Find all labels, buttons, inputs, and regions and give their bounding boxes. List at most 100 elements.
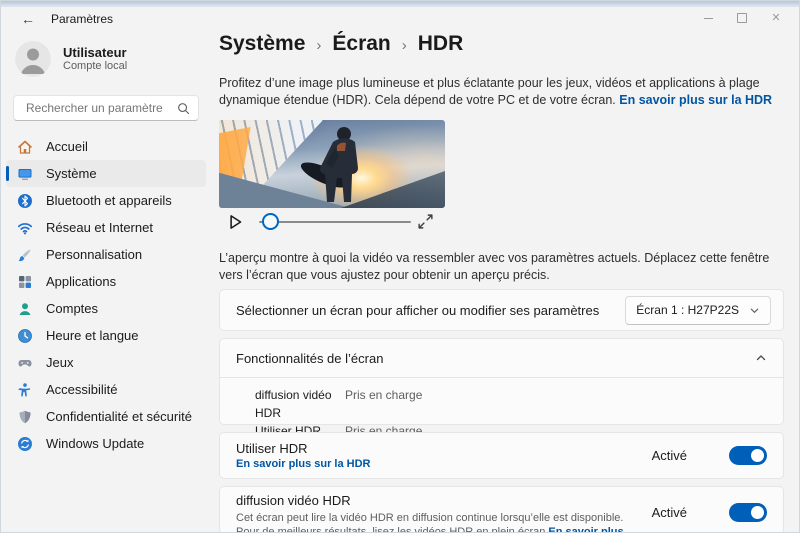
- stream-hdr-status: Activé: [651, 505, 687, 520]
- sidebar-item-bluetooth[interactable]: Bluetooth et appareils: [6, 187, 206, 214]
- toggle-knob: [751, 506, 764, 519]
- accounts-icon: [17, 301, 33, 317]
- minimize-button[interactable]: [691, 7, 725, 29]
- sidebar-item-personnalisation[interactable]: Personnalisation: [6, 241, 206, 268]
- sidebar-item-systeme[interactable]: Système: [6, 160, 206, 187]
- maximize-icon: [737, 13, 747, 23]
- video-controls: [219, 209, 445, 235]
- capability-row: diffusion vidéo HDR Pris en charge: [255, 386, 767, 422]
- back-button[interactable]: ←: [17, 10, 39, 28]
- minimize-icon: [703, 17, 713, 19]
- breadcrumb-systeme[interactable]: Système: [219, 32, 305, 56]
- privacy-shield-icon: [17, 409, 33, 425]
- use-hdr-title: Utiliser HDR: [236, 440, 308, 456]
- window-controls: ✕: [691, 7, 793, 29]
- sidebar-item-label: Comptes: [46, 301, 99, 316]
- stream-hdr-description: Cet écran peut lire la vidéo HDR en diff…: [236, 511, 642, 532]
- breadcrumb-ecran[interactable]: Écran: [332, 32, 390, 56]
- sidebar-item-confidentialite[interactable]: Confidentialité et sécurité: [6, 403, 206, 430]
- sidebar-item-accueil[interactable]: Accueil: [6, 133, 206, 160]
- accessibility-icon: [17, 382, 33, 398]
- sidebar-item-windows-update[interactable]: Windows Update: [6, 430, 206, 457]
- system-icon: [17, 166, 33, 182]
- fullscreen-button[interactable]: [417, 213, 435, 231]
- sidebar-item-comptes[interactable]: Comptes: [6, 295, 206, 322]
- sidebar-item-label: Confidentialité et sécurité: [46, 409, 192, 424]
- sidebar-item-accessibilite[interactable]: Accessibilité: [6, 376, 206, 403]
- windows-update-icon: [17, 436, 33, 452]
- sidebar-item-reseau[interactable]: Réseau et Internet: [6, 214, 206, 241]
- time-language-icon: [17, 328, 33, 344]
- sidebar-item-label: Personnalisation: [46, 247, 143, 262]
- slider-track[interactable]: [259, 221, 411, 223]
- chevron-right-icon: ›: [401, 36, 407, 54]
- gaming-icon: [17, 355, 33, 371]
- use-hdr-text: Utiliser HDR En savoir plus sur la HDR: [236, 441, 652, 471]
- chevron-down-icon: [750, 308, 759, 313]
- play-icon: [230, 215, 242, 229]
- toggle-knob: [751, 449, 764, 462]
- search-icon: [177, 102, 190, 115]
- maximize-button[interactable]: [725, 7, 759, 29]
- account-row[interactable]: Utilisateur Compte local: [15, 41, 127, 77]
- back-arrow-icon: ←: [21, 11, 35, 27]
- sidebar-item-label: Réseau et Internet: [46, 220, 153, 235]
- sidebar-item-label: Heure et langue: [46, 328, 139, 343]
- chevron-right-icon: ›: [316, 36, 322, 54]
- sidebar-item-label: Bluetooth et appareils: [46, 193, 172, 208]
- select-display-label: Sélectionner un écran pour afficher ou m…: [236, 302, 600, 318]
- use-hdr-learn-more-link[interactable]: En savoir plus sur la HDR: [236, 458, 370, 470]
- personalization-icon: [17, 247, 33, 263]
- sidebar-item-label: Accueil: [46, 139, 88, 154]
- capability-value: Pris en charge: [345, 388, 423, 402]
- home-icon: [17, 139, 33, 155]
- breadcrumb: Système › Écran › HDR: [219, 32, 463, 56]
- sidebar-item-label: Système: [46, 166, 97, 181]
- sidebar-nav: Accueil Système Bluetooth et appareils R…: [6, 133, 206, 457]
- fullscreen-icon: [418, 214, 433, 229]
- select-display-card: Sélectionner un écran pour afficher ou m…: [219, 289, 784, 331]
- avatar: [15, 41, 51, 77]
- video-progress-slider[interactable]: [259, 209, 411, 235]
- sidebar-item-jeux[interactable]: Jeux: [6, 349, 206, 376]
- close-icon: ✕: [771, 11, 781, 24]
- sidebar-item-heure-langue[interactable]: Heure et langue: [6, 322, 206, 349]
- stream-hdr-card: diffusion vidéo HDR Cet écran peut lire …: [219, 486, 784, 532]
- play-button[interactable]: [225, 212, 245, 232]
- capabilities-expander-header[interactable]: Fonctionnalités de l’écran: [220, 339, 783, 377]
- user-name: Utilisateur: [63, 45, 127, 60]
- close-button[interactable]: ✕: [759, 7, 793, 29]
- apps-icon: [17, 274, 33, 290]
- settings-window: ← Paramètres ✕ Utilisateur Compte local: [0, 0, 800, 533]
- sidebar-item-label: Windows Update: [46, 436, 145, 451]
- window-top-edge: [1, 1, 799, 7]
- use-hdr-toggle[interactable]: [729, 446, 767, 465]
- use-hdr-status: Activé: [651, 448, 687, 463]
- display-capabilities-card: Fonctionnalités de l’écran diffusion vid…: [219, 338, 784, 438]
- network-icon: [17, 220, 33, 236]
- sidebar-item-applications[interactable]: Applications: [6, 268, 206, 295]
- chevron-up-icon: [756, 355, 766, 361]
- window-title: Paramètres: [51, 12, 114, 26]
- capabilities-body: diffusion vidéo HDR Pris en charge Utili…: [220, 377, 783, 440]
- preview-note: L’aperçu montre à quoi la vidéo va resse…: [219, 251, 770, 282]
- sidebar-item-label: Applications: [46, 274, 117, 289]
- snowboarder-silhouette: [300, 127, 358, 202]
- search-box: [13, 95, 199, 121]
- sidebar: Utilisateur Compte local Accueil Système…: [1, 37, 211, 532]
- account-type: Compte local: [63, 60, 128, 72]
- capabilities-title: Fonctionnalités de l’écran: [236, 350, 384, 366]
- learn-more-hdr-link[interactable]: En savoir plus sur la HDR: [619, 93, 772, 107]
- sidebar-item-label: Accessibilité: [46, 382, 118, 397]
- bluetooth-icon: [17, 193, 33, 209]
- stream-hdr-toggle[interactable]: [729, 503, 767, 522]
- display-select-dropdown[interactable]: Écran 1 : H27P22S: [625, 295, 771, 325]
- intro-text: Profitez d’une image plus lumineuse et p…: [219, 76, 773, 107]
- page-title: HDR: [417, 32, 464, 55]
- slider-thumb[interactable]: [262, 213, 279, 230]
- sidebar-item-label: Jeux: [46, 355, 74, 370]
- use-hdr-card: Utiliser HDR En savoir plus sur la HDR A…: [219, 432, 784, 479]
- stream-hdr-text: diffusion vidéo HDR Cet écran peut lire …: [236, 493, 652, 532]
- search-input[interactable]: [24, 100, 177, 116]
- hdr-preview-video: [219, 120, 445, 208]
